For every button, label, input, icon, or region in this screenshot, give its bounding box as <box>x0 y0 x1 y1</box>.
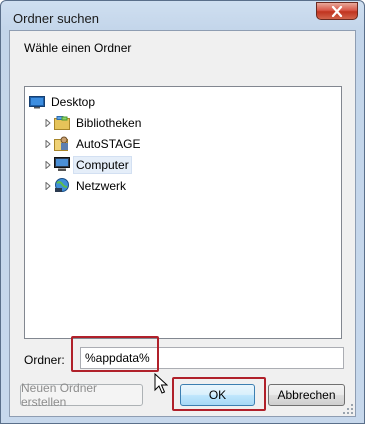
new-folder-button[interactable]: Neuen Ordner erstellen <box>20 381 143 409</box>
tree-item-netzwerk[interactable]: Netzwerk <box>42 176 128 195</box>
expand-arrow-icon[interactable] <box>42 176 53 195</box>
folder-tree[interactable]: Desktop Bibliotheken AutoSTAGE Computer … <box>24 86 342 339</box>
computer-icon <box>53 157 71 173</box>
ok-highlight-box <box>172 377 266 411</box>
tree-item-label: Netzwerk <box>76 178 127 193</box>
tree-item-autostage[interactable]: AutoSTAGE <box>42 134 142 153</box>
tree-item-label: Computer <box>73 155 132 174</box>
cancel-button[interactable]: Abbrechen <box>268 384 345 406</box>
mouse-cursor-icon <box>154 373 168 394</box>
dialog-prompt: Wähle einen Ordner <box>24 41 132 55</box>
expand-arrow-icon[interactable] <box>42 134 53 153</box>
close-button[interactable] <box>316 2 358 20</box>
expand-arrow-icon[interactable] <box>42 113 53 132</box>
dialog-client-area: Wähle einen Ordner Desktop Bibliotheken … <box>9 30 356 417</box>
tree-item-label: Desktop <box>51 94 96 109</box>
close-icon <box>331 5 343 17</box>
user-folder-icon <box>53 136 71 152</box>
desktop-icon <box>28 94 46 110</box>
tree-item-label: AutoSTAGE <box>76 136 141 151</box>
tree-item-desktop[interactable]: Desktop <box>28 92 97 111</box>
tree-item-computer[interactable]: Computer <box>42 155 132 174</box>
resize-grip-icon[interactable] <box>343 404 353 414</box>
folder-field-label: Ordner: <box>24 353 65 367</box>
tree-item-bibliotheken[interactable]: Bibliotheken <box>42 113 143 132</box>
expand-arrow-icon[interactable] <box>42 155 53 174</box>
libraries-icon <box>53 115 71 131</box>
window-title: Ordner suchen <box>13 11 99 26</box>
network-icon <box>53 178 71 194</box>
tree-item-label: Bibliotheken <box>76 115 142 130</box>
input-highlight-box <box>71 336 159 372</box>
dialog-window: Ordner suchen Wähle einen Ordner Desktop <box>0 0 365 424</box>
